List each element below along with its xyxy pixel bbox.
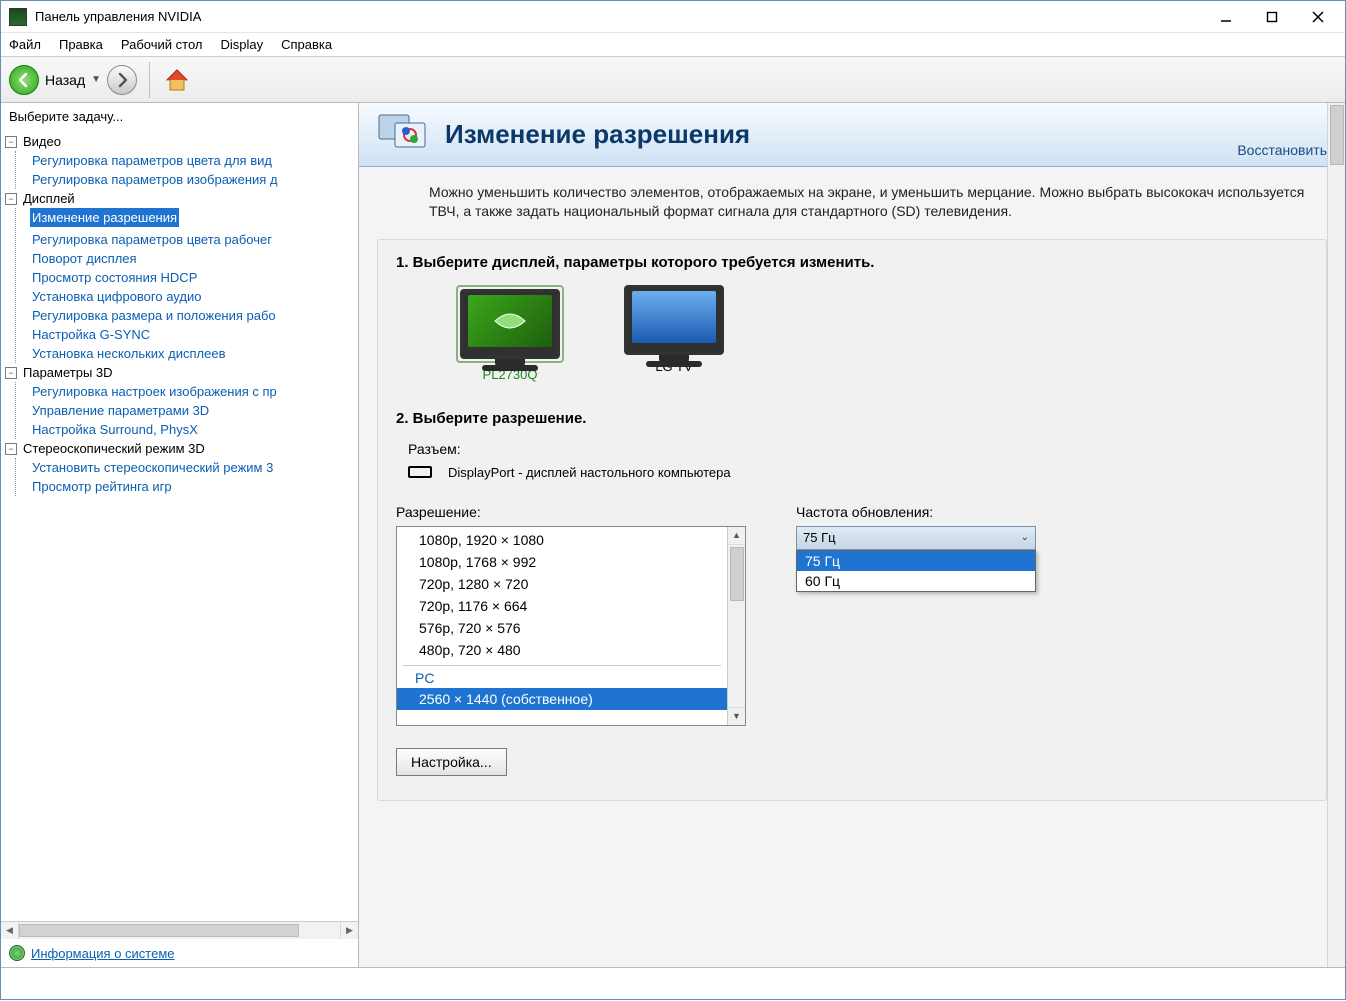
menu-edit[interactable]: Правка <box>59 37 103 52</box>
customize-button[interactable]: Настройка... <box>396 748 507 776</box>
tree-collapse-icon[interactable]: − <box>5 367 17 379</box>
nvidia-icon <box>9 8 27 26</box>
refresh-rate-dropdown[interactable]: 75 Гц 60 Гц <box>796 550 1036 592</box>
tree-group-label: Дисплей <box>23 191 75 206</box>
menu-file[interactable]: Файл <box>9 37 41 52</box>
menu-help[interactable]: Справка <box>281 37 332 52</box>
back-label: Назад <box>45 72 85 88</box>
tree-item[interactable]: Установка цифрового аудио <box>30 287 358 306</box>
sidebar-footer: Информация о системе <box>1 939 358 967</box>
task-tree[interactable]: −ВидеоРегулировка параметров цвета для в… <box>1 130 358 921</box>
titlebar: Панель управления NVIDIA <box>1 1 1345 33</box>
tree-group-header[interactable]: −Видео <box>5 132 358 151</box>
chevron-down-icon: ⌄ <box>1021 532 1029 543</box>
listbox-vscrollbar[interactable]: ▲ ▼ <box>727 527 745 725</box>
resolution-item[interactable]: 480p, 720 × 480 <box>397 639 727 661</box>
resolution-item[interactable]: 720p, 1176 × 664 <box>397 595 727 617</box>
tree-group-header[interactable]: −Стереоскопический режим 3D <box>5 439 358 458</box>
connector-value: DisplayPort - дисплей настольного компью… <box>448 465 731 480</box>
tree-group-header[interactable]: −Параметры 3D <box>5 363 358 382</box>
info-icon <box>9 945 25 961</box>
tree-item[interactable]: Регулировка параметров цвета для вид <box>30 151 358 170</box>
scroll-thumb[interactable] <box>1330 105 1344 165</box>
sidebar: Выберите задачу... −ВидеоРегулировка пар… <box>1 103 359 967</box>
refresh-rate-combobox[interactable]: 75 Гц ⌄ <box>796 526 1036 550</box>
sidebar-hscrollbar[interactable]: ◀ ▶ <box>1 921 358 939</box>
minimize-button[interactable] <box>1203 2 1249 32</box>
resolution-item-selected[interactable]: 2560 × 1440 (собственное) <box>397 688 727 710</box>
tree-group-label: Стереоскопический режим 3D <box>23 441 205 456</box>
tree-item[interactable]: Просмотр состояния HDCP <box>30 268 358 287</box>
tree-item[interactable]: Установить стереоскопический режим 3 <box>30 458 358 477</box>
tree-item[interactable]: Поворот дисплея <box>30 249 358 268</box>
resolution-item[interactable]: 720p, 1280 × 720 <box>397 573 727 595</box>
tree-item[interactable]: Регулировка размера и положения рабо <box>30 306 358 325</box>
refresh-option-75[interactable]: 75 Гц <box>797 551 1035 571</box>
tree-item[interactable]: Управление параметрами 3D <box>30 401 358 420</box>
refresh-rate-value: 75 Гц <box>803 530 836 545</box>
resolution-item[interactable]: 576p, 720 × 576 <box>397 617 727 639</box>
resolution-item[interactable]: 1080p, 1920 × 1080 <box>397 529 727 551</box>
back-button[interactable] <box>9 65 39 95</box>
home-button[interactable] <box>162 65 192 95</box>
step1-heading: 1. Выберите дисплей, параметры которого … <box>396 254 1308 271</box>
refresh-rate-label: Частота обновления: <box>796 504 1036 520</box>
tree-group-label: Параметры 3D <box>23 365 113 380</box>
refresh-option-60[interactable]: 60 Гц <box>797 571 1035 591</box>
close-button[interactable] <box>1295 2 1341 32</box>
resolution-icon <box>377 111 429 158</box>
tree-collapse-icon[interactable]: − <box>5 193 17 205</box>
toolbar-separator <box>149 62 150 98</box>
display-option-pl2730q[interactable]: PL2730Q <box>456 285 564 382</box>
scroll-up-icon[interactable]: ▲ <box>728 527 745 545</box>
main-vscrollbar[interactable] <box>1327 103 1345 967</box>
back-dropdown-caret[interactable]: ▼ <box>91 74 101 85</box>
scroll-thumb[interactable] <box>19 924 299 937</box>
tree-item[interactable]: Настройка Surround, PhysX <box>30 420 358 439</box>
tree-item[interactable]: Установка нескольких дисплеев <box>30 344 358 363</box>
settings-panel: 1. Выберите дисплей, параметры которого … <box>377 239 1327 801</box>
scroll-left-icon[interactable]: ◀ <box>1 922 19 939</box>
tree-item[interactable]: Регулировка настроек изображения с пр <box>30 382 358 401</box>
tree-item[interactable]: Регулировка параметров цвета рабочег <box>30 230 358 249</box>
statusbar <box>1 967 1345 1001</box>
toolbar: Назад ▼ <box>1 57 1345 103</box>
tree-collapse-icon[interactable]: − <box>5 136 17 148</box>
menu-display[interactable]: Display <box>221 37 264 52</box>
forward-button[interactable] <box>107 65 137 95</box>
display-option-lgtv[interactable]: LG TV <box>624 285 724 382</box>
resolution-group-label: PC <box>403 665 721 688</box>
page-description: Можно уменьшить количество элементов, от… <box>359 167 1345 239</box>
tree-collapse-icon[interactable]: − <box>5 443 17 455</box>
resolution-listbox[interactable]: 1080p, 1920 × 10801080p, 1768 × 992720p,… <box>396 526 746 726</box>
system-info-link[interactable]: Информация о системе <box>31 946 175 961</box>
main-panel: Изменение разрешения Восстановить Можно … <box>359 103 1345 967</box>
resolution-item[interactable]: 1080p, 1768 × 992 <box>397 551 727 573</box>
page-title: Изменение разрешения <box>445 119 1221 150</box>
window-title: Панель управления NVIDIA <box>35 9 1203 24</box>
tree-item[interactable]: Регулировка параметров изображения д <box>30 170 358 189</box>
displayport-icon <box>408 466 432 478</box>
tree-group-label: Видео <box>23 134 61 149</box>
scroll-right-icon[interactable]: ▶ <box>340 922 358 939</box>
tree-item[interactable]: Настройка G-SYNC <box>30 325 358 344</box>
tree-item[interactable]: Изменение разрешения <box>30 208 179 227</box>
page-header: Изменение разрешения Восстановить <box>359 103 1345 167</box>
resolution-label: Разрешение: <box>396 504 746 520</box>
scroll-down-icon[interactable]: ▼ <box>728 707 745 725</box>
sidebar-title: Выберите задачу... <box>1 103 358 130</box>
restore-link[interactable]: Восстановить <box>1237 142 1327 166</box>
display-picker: PL2730Q LG TV <box>456 285 1308 382</box>
menu-desktop[interactable]: Рабочий стол <box>121 37 203 52</box>
step2-heading: 2. Выберите разрешение. <box>396 410 1308 427</box>
maximize-button[interactable] <box>1249 2 1295 32</box>
menubar: Файл Правка Рабочий стол Display Справка <box>1 33 1345 57</box>
tree-item[interactable]: Просмотр рейтинга игр <box>30 477 358 496</box>
tree-group-header[interactable]: −Дисплей <box>5 189 358 208</box>
connector-label: Разъем: <box>408 441 1308 457</box>
scroll-thumb[interactable] <box>730 547 744 601</box>
